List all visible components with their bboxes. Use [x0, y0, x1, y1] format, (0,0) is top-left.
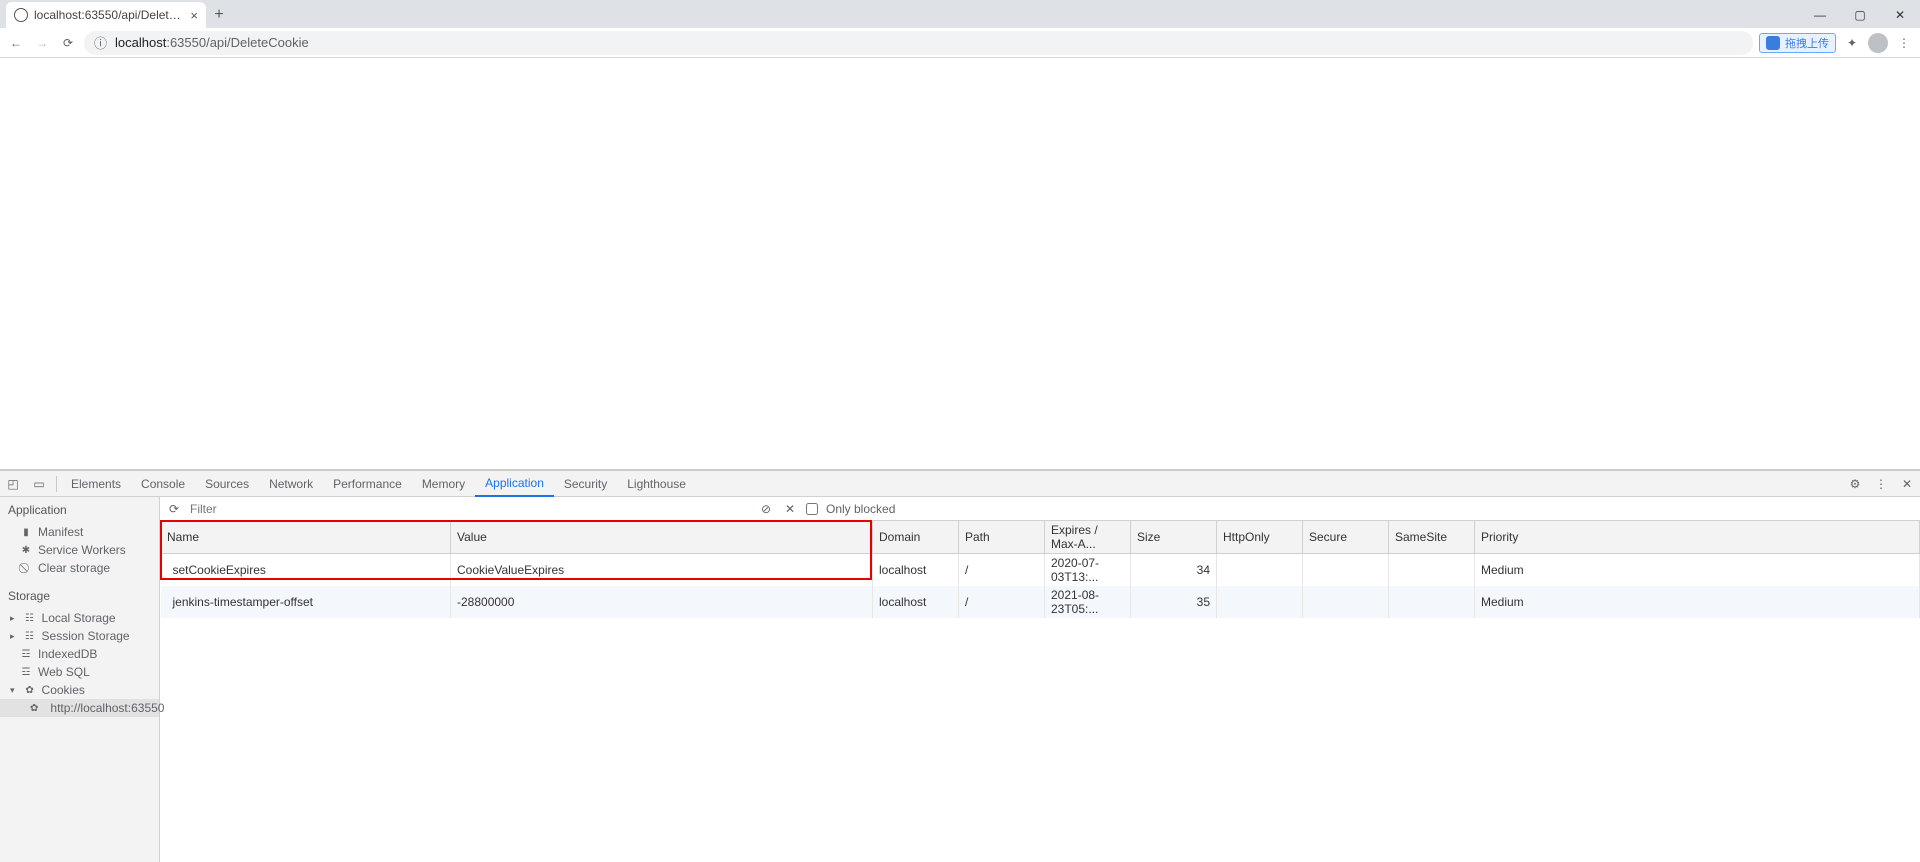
- tab-security[interactable]: Security: [554, 471, 617, 497]
- cookie-icon: ✿: [24, 685, 36, 696]
- close-icon[interactable]: ×: [190, 8, 198, 23]
- sidebar-item-session-storage[interactable]: ☷Session Storage: [0, 627, 159, 645]
- col-value[interactable]: Value: [451, 521, 873, 554]
- delete-icon[interactable]: ✕: [782, 502, 798, 516]
- tab-memory[interactable]: Memory: [412, 471, 475, 497]
- refresh-icon[interactable]: ⟳: [166, 502, 182, 516]
- sidebar-section-storage: Storage: [0, 583, 159, 609]
- gear-icon: ✱: [20, 545, 32, 556]
- settings-icon[interactable]: ⚙: [1842, 477, 1868, 491]
- col-httponly[interactable]: HttpOnly: [1217, 521, 1303, 554]
- back-button[interactable]: ←: [6, 33, 26, 53]
- col-path[interactable]: Path: [959, 521, 1045, 554]
- tab-application[interactable]: Application: [475, 471, 554, 497]
- db-icon: ☲: [20, 667, 32, 678]
- grid-icon: ☷: [24, 631, 36, 642]
- tab-network[interactable]: Network: [259, 471, 323, 497]
- new-tab-button[interactable]: +: [206, 2, 232, 28]
- reload-button[interactable]: ⟳: [58, 33, 78, 53]
- devtools-panel: ◰ ▭ Elements Console Sources Network Per…: [0, 470, 1920, 862]
- sidebar-item-web-sql[interactable]: ☲Web SQL: [0, 663, 159, 681]
- devtools-menu-icon[interactable]: ⋮: [1868, 477, 1894, 491]
- col-size[interactable]: Size: [1131, 521, 1217, 554]
- inspect-icon[interactable]: ◰: [0, 477, 26, 491]
- clear-icon: ⃠: [20, 563, 32, 574]
- col-domain[interactable]: Domain: [873, 521, 959, 554]
- tab-lighthouse[interactable]: Lighthouse: [617, 471, 696, 497]
- application-sidebar: Application ▮Manifest ✱Service Workers ⃠…: [0, 497, 160, 862]
- forward-button[interactable]: →: [32, 33, 52, 53]
- cookies-toolbar: ⟳ ⊘ ✕ Only blocked: [160, 497, 1920, 521]
- close-devtools-icon[interactable]: ✕: [1894, 477, 1920, 491]
- cookies-panel: ⟳ ⊘ ✕ Only blocked Name: [160, 497, 1920, 862]
- sidebar-item-cookies[interactable]: ✿Cookies: [0, 681, 159, 699]
- browser-tab-strip: localhost:63550/api/DeleteCo... × + — ▢ …: [0, 0, 1920, 28]
- col-secure[interactable]: Secure: [1303, 521, 1389, 554]
- globe-icon: [14, 8, 28, 22]
- sidebar-item-clear-storage[interactable]: ⃠Clear storage: [0, 559, 159, 577]
- maximize-button[interactable]: ▢: [1840, 2, 1880, 28]
- cloud-icon: [1766, 36, 1780, 50]
- only-blocked-label: Only blocked: [826, 502, 895, 516]
- col-name[interactable]: Name: [161, 521, 451, 554]
- grid-icon: ☷: [24, 613, 36, 624]
- table-row[interactable]: jenkins-timestamper-offset-28800000local…: [161, 586, 1920, 618]
- cookies-table[interactable]: Name Value Domain Path Expires / Max-A..…: [160, 521, 1920, 618]
- clear-all-icon[interactable]: ⊘: [758, 502, 774, 516]
- file-icon: ▮: [20, 527, 32, 538]
- url-text: localhost:63550/api/DeleteCookie: [115, 35, 309, 50]
- only-blocked-checkbox[interactable]: [806, 503, 818, 515]
- tab-sources[interactable]: Sources: [195, 471, 259, 497]
- extensions-icon[interactable]: ✦: [1842, 33, 1862, 53]
- minimize-button[interactable]: —: [1800, 2, 1840, 28]
- browser-tab[interactable]: localhost:63550/api/DeleteCo... ×: [6, 2, 206, 28]
- tab-performance[interactable]: Performance: [323, 471, 412, 497]
- tab-title: localhost:63550/api/DeleteCo...: [34, 8, 184, 22]
- db-icon: ☲: [20, 649, 32, 660]
- browser-menu-button[interactable]: ⋮: [1894, 33, 1914, 53]
- sidebar-section-application: Application: [0, 497, 159, 523]
- tab-console[interactable]: Console: [131, 471, 195, 497]
- sidebar-item-cookie-origin[interactable]: ✿http://localhost:63550: [0, 699, 159, 717]
- col-priority[interactable]: Priority: [1475, 521, 1920, 554]
- window-controls: — ▢ ✕: [1800, 2, 1920, 28]
- sidebar-item-local-storage[interactable]: ☷Local Storage: [0, 609, 159, 627]
- browser-nav-bar: ← → ⟳ ⓘ localhost:63550/api/DeleteCookie…: [0, 28, 1920, 58]
- close-window-button[interactable]: ✕: [1880, 2, 1920, 28]
- tab-elements[interactable]: Elements: [61, 471, 131, 497]
- extension-button[interactable]: 拖拽上传: [1759, 33, 1836, 53]
- device-toolbar-icon[interactable]: ▭: [26, 477, 52, 491]
- extension-label: 拖拽上传: [1785, 35, 1829, 51]
- address-bar[interactable]: ⓘ localhost:63550/api/DeleteCookie: [84, 31, 1753, 55]
- table-row[interactable]: setCookieExpiresCookieValueExpireslocalh…: [161, 554, 1920, 587]
- sidebar-item-indexeddb[interactable]: ☲IndexedDB: [0, 645, 159, 663]
- profile-avatar[interactable]: [1868, 33, 1888, 53]
- site-info-icon[interactable]: ⓘ: [94, 33, 107, 52]
- col-expires[interactable]: Expires / Max-A...: [1045, 521, 1131, 554]
- col-samesite[interactable]: SameSite: [1389, 521, 1475, 554]
- sidebar-item-service-workers[interactable]: ✱Service Workers: [0, 541, 159, 559]
- filter-input[interactable]: [190, 502, 750, 516]
- page-content: [0, 58, 1920, 470]
- cookie-icon: ✿: [30, 703, 38, 714]
- devtools-tab-bar: ◰ ▭ Elements Console Sources Network Per…: [0, 471, 1920, 497]
- sidebar-item-manifest[interactable]: ▮Manifest: [0, 523, 159, 541]
